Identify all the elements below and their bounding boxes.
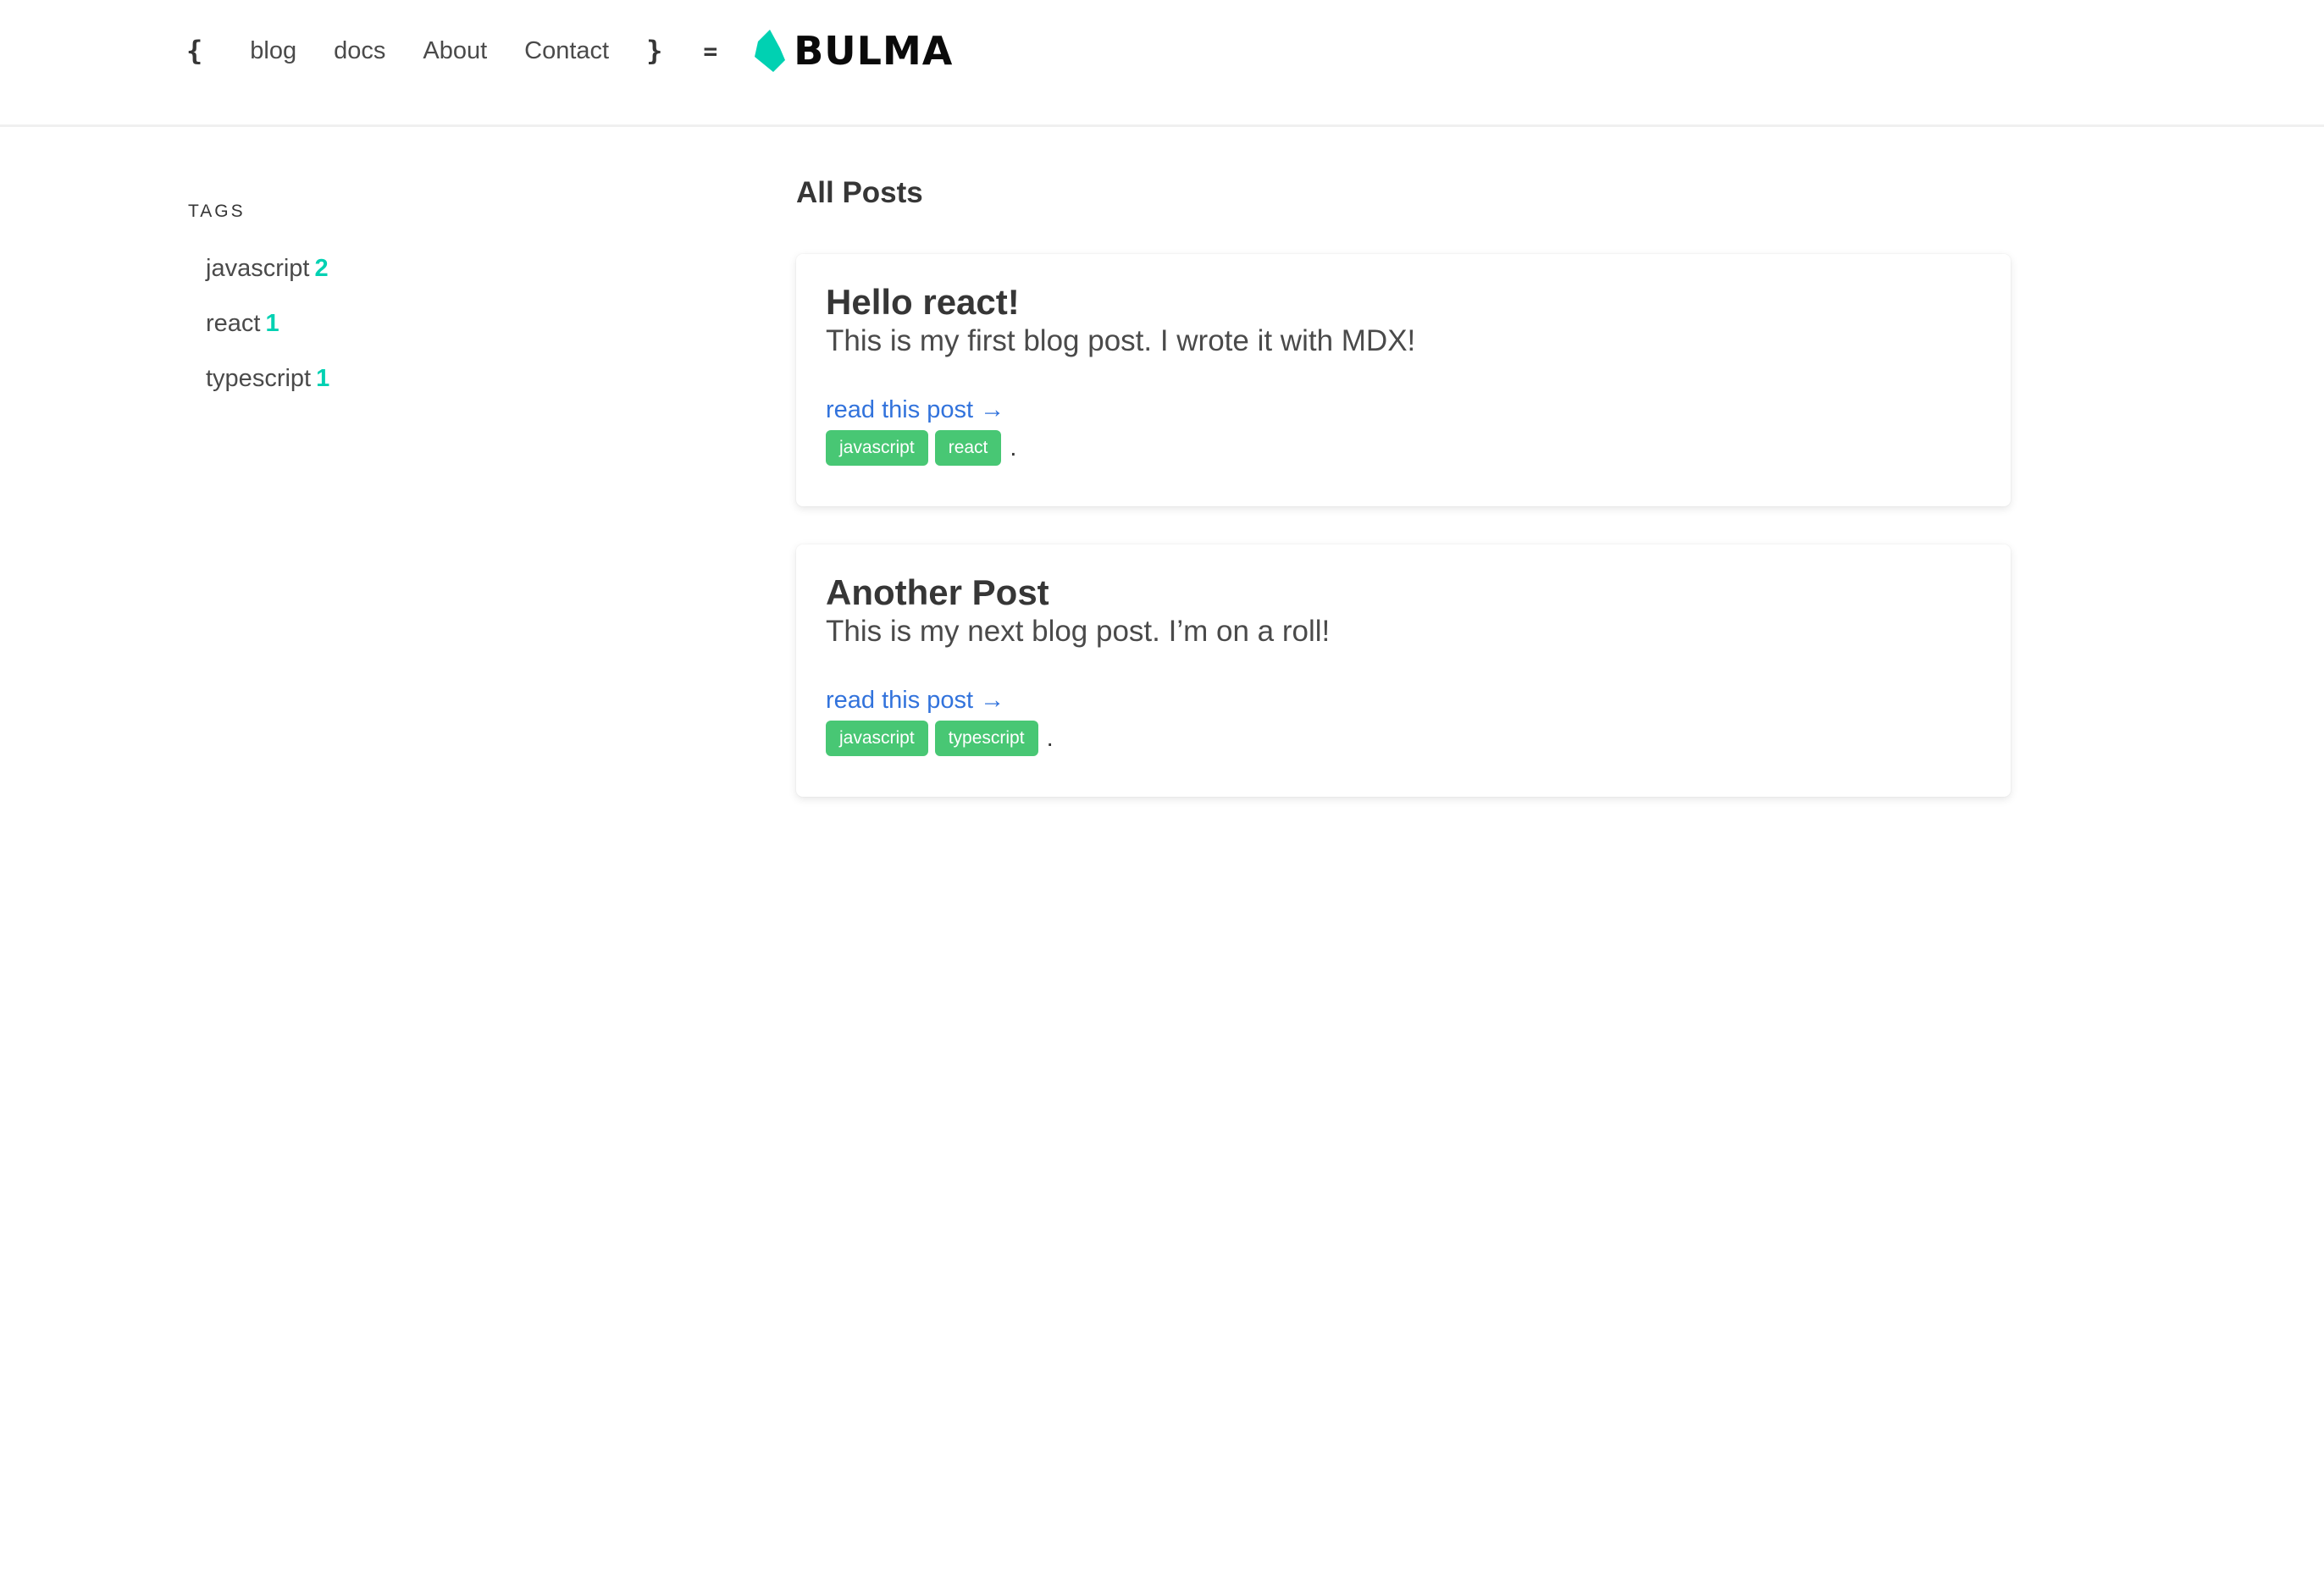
navbar: { blog docs About Contact } = BULMA bbox=[0, 0, 2324, 127]
post-tags: javascript typescript . bbox=[826, 721, 1981, 756]
post-tag-javascript[interactable]: javascript bbox=[826, 721, 928, 756]
close-brace: } bbox=[646, 35, 663, 67]
post-title: Hello react! bbox=[826, 282, 1020, 322]
post-tag-react[interactable]: react bbox=[934, 430, 1002, 466]
navbar-menu: { blog docs About Contact } = BULMA bbox=[186, 0, 953, 102]
page-title: All Posts bbox=[796, 176, 923, 209]
tag-item-react[interactable]: react 1 bbox=[206, 309, 696, 364]
bulma-logo-icon bbox=[755, 30, 786, 72]
post-tags: javascript react . bbox=[826, 430, 1981, 466]
read-post-link[interactable]: read this post → bbox=[826, 685, 1004, 715]
post-excerpt: This is my next blog post. I’m on a roll… bbox=[826, 615, 1331, 648]
nav-item-docs[interactable]: docs bbox=[334, 37, 385, 65]
tag-count: 1 bbox=[316, 365, 330, 392]
tag-name: javascript bbox=[206, 255, 310, 282]
nav-item-about[interactable]: About bbox=[423, 37, 487, 65]
tag-count: 2 bbox=[314, 255, 329, 282]
nav-item-contact[interactable]: Contact bbox=[524, 37, 609, 65]
post-tag-javascript[interactable]: javascript bbox=[826, 430, 928, 466]
open-brace: { bbox=[186, 35, 203, 67]
nav-item-blog[interactable]: blog bbox=[250, 37, 296, 65]
logo-text: BULMA bbox=[794, 28, 954, 74]
post-card: Hello react! This is my first blog post.… bbox=[796, 254, 2011, 506]
tags-trailing-dot: . bbox=[1010, 434, 1017, 461]
read-post-link[interactable]: read this post → bbox=[826, 395, 1004, 425]
equals-sign: = bbox=[703, 36, 718, 65]
tag-list: javascript 2 react 1 typescript 1 bbox=[188, 254, 696, 419]
post-title: Another Post bbox=[826, 572, 1049, 612]
bulma-logo[interactable]: BULMA bbox=[755, 28, 953, 74]
post-excerpt: This is my first blog post. I wrote it w… bbox=[826, 324, 1416, 357]
main-content: All Posts Hello react! This is my first … bbox=[796, 176, 2011, 835]
tags-heading: TAGS bbox=[188, 202, 246, 221]
tag-name: typescript bbox=[206, 365, 312, 392]
tags-trailing-dot: . bbox=[1046, 725, 1054, 752]
post-card: Another Post This is my next blog post. … bbox=[796, 544, 2011, 797]
tag-item-javascript[interactable]: javascript 2 bbox=[206, 254, 696, 309]
tag-item-typescript[interactable]: typescript 1 bbox=[206, 364, 696, 419]
tags-sidebar: TAGS javascript 2 react 1 typescript 1 bbox=[188, 202, 696, 419]
tag-count: 1 bbox=[265, 310, 279, 337]
tag-name: react bbox=[206, 310, 261, 337]
post-tag-typescript[interactable]: typescript bbox=[934, 721, 1038, 756]
